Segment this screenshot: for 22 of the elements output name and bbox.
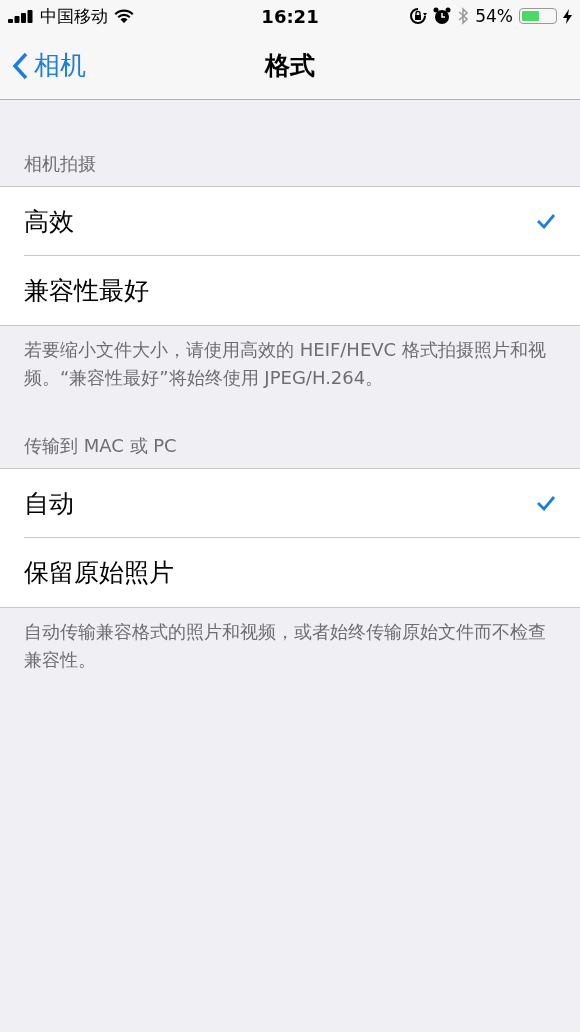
bluetooth-icon [457, 7, 470, 25]
option-row[interactable]: 兼容性最好 [24, 256, 580, 325]
section-header: 相机拍摄 [23, 152, 97, 176]
section-footer: 若要缩小文件大小，请使用高效的 HEIF/HEVC 格式拍摄照片和视频。“兼容性最好”将始终使用 JPEG/H.264。 [0, 326, 580, 434]
battery-icon [519, 8, 557, 24]
clock-time: 16:21 [261, 5, 319, 27]
section-footer: 自动传输兼容格式的照片和视频，或者始终传输原始文件而不检查兼容性。 [0, 608, 580, 716]
section-header: 传输到 MAC 或 PC [23, 434, 178, 458]
option-row[interactable]: 自动 [24, 469, 580, 538]
carrier-name: 中国移动 [40, 4, 108, 28]
signal-icon [8, 9, 34, 23]
checkmark-icon [536, 495, 556, 511]
option-row[interactable]: 保留原始照片 [24, 538, 580, 607]
wifi-icon [114, 8, 134, 24]
battery-percent: 54% [475, 6, 513, 26]
rotation-lock-icon [409, 7, 428, 25]
alarm-icon [433, 7, 452, 25]
option-row[interactable]: 高效 [24, 187, 580, 256]
page-title: 格式 [265, 50, 315, 82]
chevron-left-icon [12, 51, 28, 80]
back-button[interactable]: 相机 [0, 48, 98, 83]
checkmark-icon [536, 213, 556, 229]
